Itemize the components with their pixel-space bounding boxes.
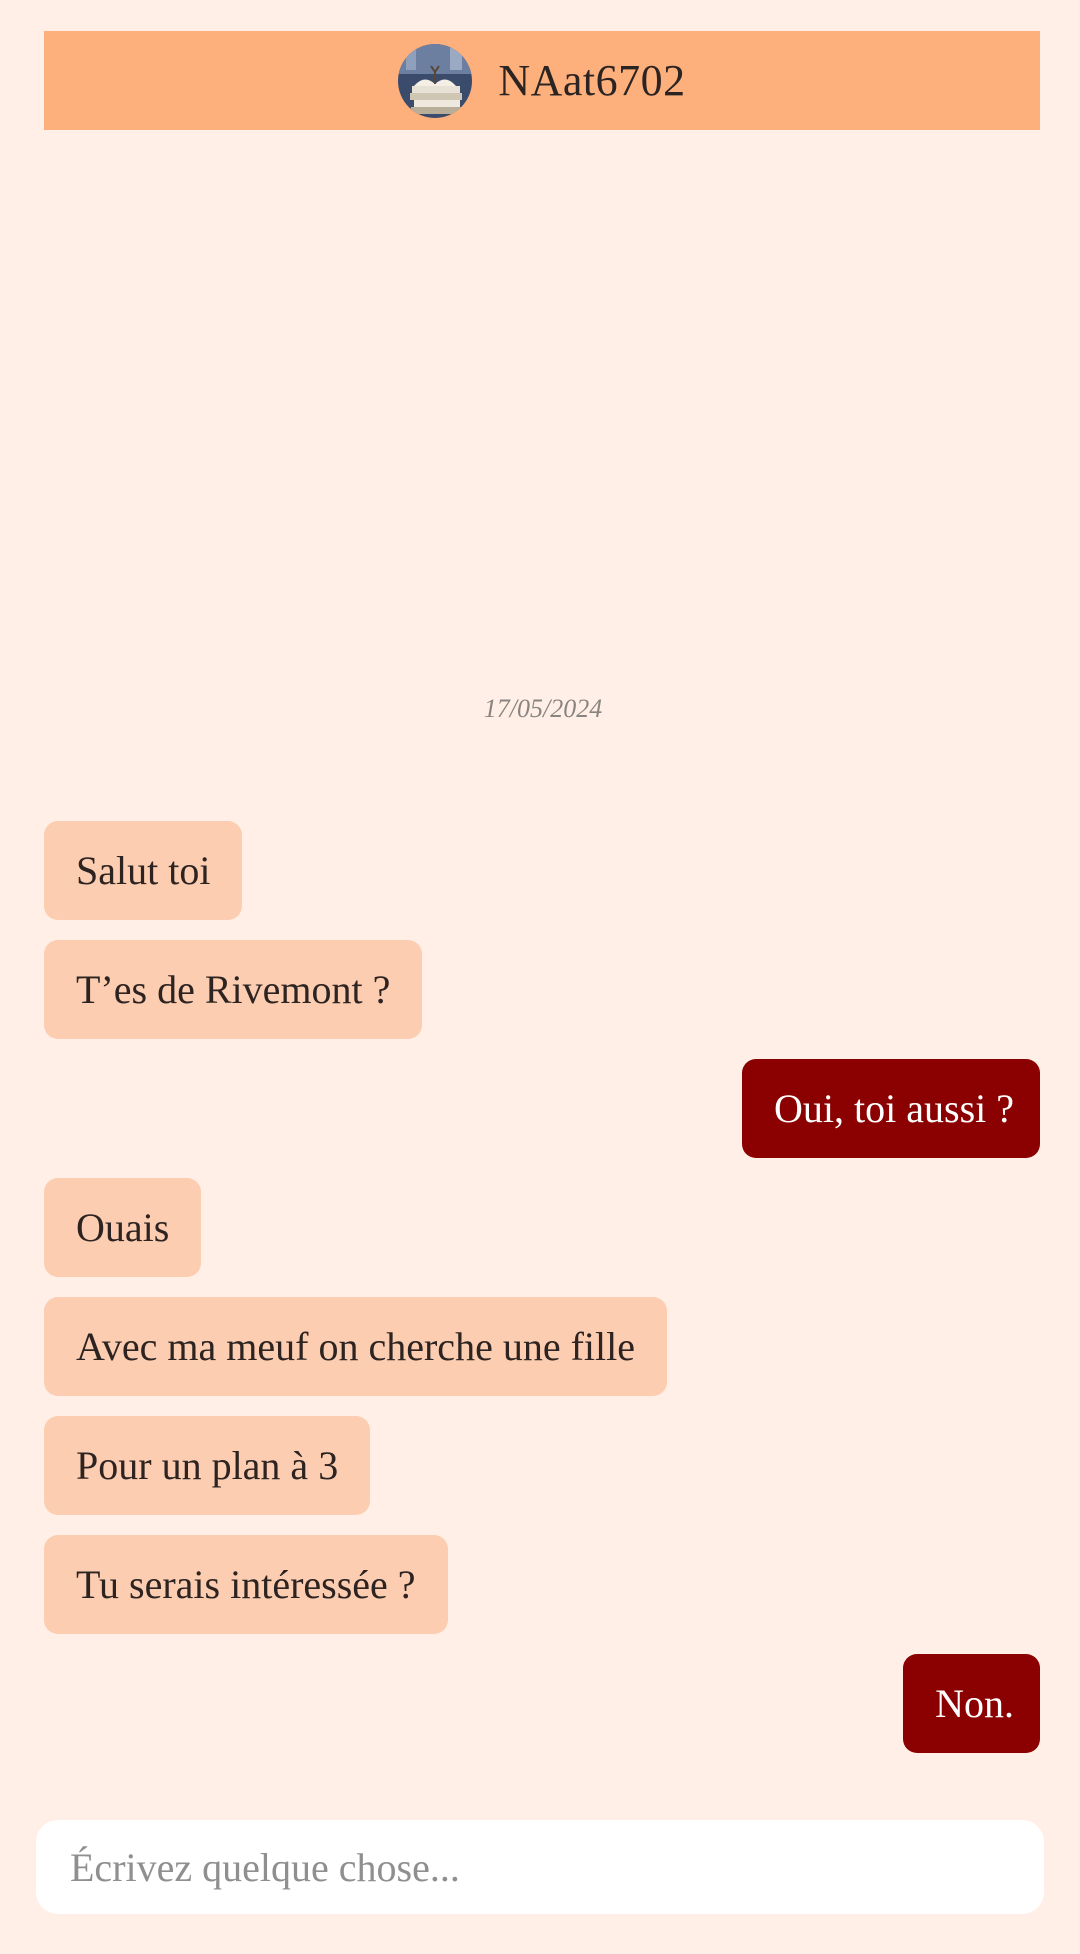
message-bubble-received: Tu serais intéressée ? [44,1535,448,1634]
conversation-date: 17/05/2024 [483,694,603,723]
message-composer [36,1820,1044,1914]
message-bubble-received: Avec ma meuf on cherche une fille [44,1297,667,1396]
avatar[interactable] [398,43,473,118]
contact-username: NAat6702 [498,56,686,105]
books-avatar-icon [398,43,473,118]
message-bubble-received: Pour un plan à 3 [44,1416,371,1515]
message-bubble-received: Salut toi [44,821,243,920]
message-bubble-received: Ouais [44,1178,202,1277]
message-bubble-received: T’es de Rivemont ? [44,940,423,1039]
message-bubble-sent: Oui, toi aussi ? [742,1059,1040,1158]
chat-header: NAat6702 [44,31,1040,130]
message-list: Salut toi T’es de Rivemont ? Oui, toi au… [44,821,1040,1753]
message-input[interactable] [68,1842,1012,1892]
message-bubble-sent: Non. [903,1654,1040,1753]
